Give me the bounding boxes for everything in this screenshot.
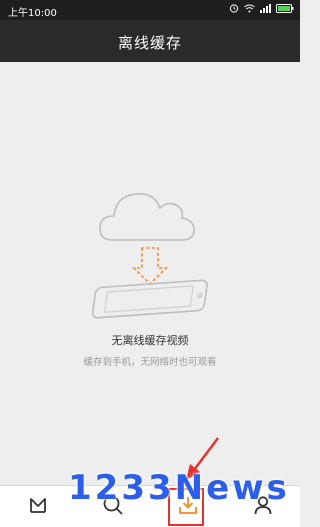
signal-icon [260, 3, 271, 13]
battery-icon [276, 3, 294, 13]
title-bar: 离线缓存 [0, 20, 300, 62]
tab-home[interactable] [0, 486, 75, 527]
alarm-icon [229, 3, 239, 13]
empty-state: 无离线缓存视频 缓存到手机，无网络时也可观看 [0, 62, 300, 485]
status-time: 上午10:00 [8, 8, 57, 19]
status-bar: 上午10:00 [0, 0, 300, 20]
status-icons [229, 3, 294, 13]
home-m-icon [28, 495, 48, 519]
empty-state-subtitle: 缓存到手机，无网络时也可观看 [83, 357, 217, 368]
cloud-download-to-phone-icon [80, 172, 220, 326]
watermark: 1233News [68, 468, 290, 508]
wifi-icon [244, 4, 255, 13]
page-title: 离线缓存 [117, 34, 182, 52]
empty-state-title: 无离线缓存视频 [111, 334, 189, 347]
